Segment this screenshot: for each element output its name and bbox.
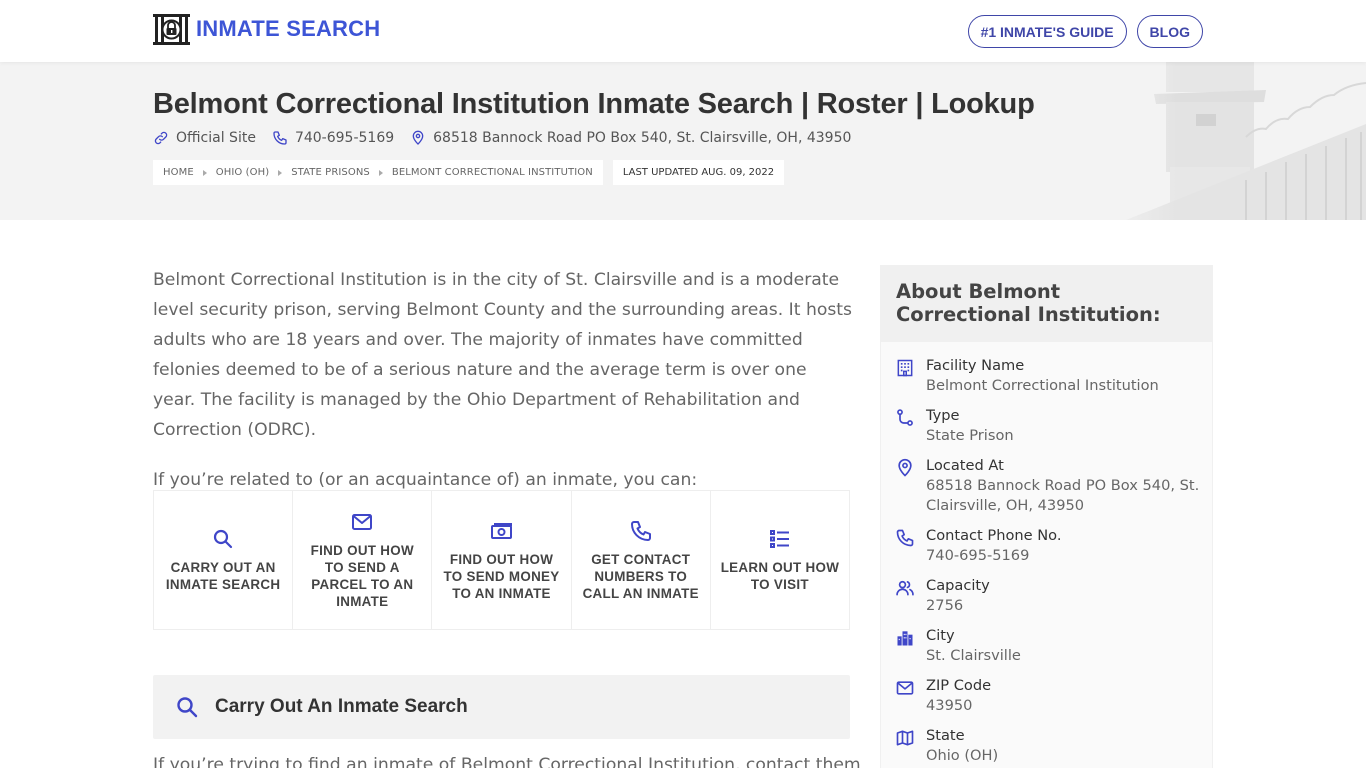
breadcrumb-current[interactable]: BELMONT CORRECTIONAL INSTITUTION: [392, 167, 593, 178]
facility-info-sidebar: About Belmont Correctional Institution: …: [880, 265, 1213, 768]
breadcrumb-state-prisons[interactable]: STATE PRISONS: [291, 167, 370, 178]
fact-facility-name: Facility Name Belmont Correctional Insti…: [881, 356, 1212, 396]
envelope-icon: [352, 514, 373, 530]
users-icon: [896, 580, 914, 596]
intro-paragraph: Belmont Correctional Institution is in t…: [153, 270, 853, 440]
fact-label: Type: [926, 407, 960, 424]
fact-label: Contact Phone No.: [926, 527, 1062, 544]
site-logo[interactable]: INMATE SEARCH: [153, 13, 380, 45]
map-pin-icon: [898, 458, 912, 477]
last-updated-badge: LAST UPDATED AUG. 09, 2022: [612, 160, 785, 185]
fact-value: Belmont Correctional Institution: [926, 377, 1159, 394]
hero-banner: Belmont Correctional Institution Inmate …: [0, 62, 1366, 220]
address-text: 68518 Bannock Road PO Box 540, St. Clair…: [433, 130, 852, 146]
action-inmate-search[interactable]: CARRY OUT AN INMATE SEARCH: [154, 491, 294, 629]
fact-capacity: Capacity 2756: [881, 576, 1212, 616]
breadcrumb-separator-icon: [378, 169, 383, 176]
blog-button[interactable]: BLOG: [1136, 15, 1203, 48]
fact-value: 68518 Bannock Road PO Box 540, St. Clair…: [926, 477, 1200, 514]
fact-located-at: Located At 68518 Bannock Road PO Box 540…: [881, 456, 1212, 516]
envelope-icon: [896, 681, 914, 695]
action-send-parcel[interactable]: FIND OUT HOW TO SEND A PARCEL TO AN INMA…: [293, 491, 433, 629]
prison-tower-illustration: [1096, 62, 1366, 220]
action-label: FIND OUT HOW TO SEND MONEY TO AN INMATE: [443, 551, 560, 601]
inmate-search-section-header: Carry Out An Inmate Search: [153, 675, 850, 739]
fact-label: Located At: [926, 457, 1004, 474]
fact-value: St. Clairsville: [926, 647, 1021, 664]
fact-value: Ohio (OH): [926, 747, 999, 764]
list-icon: [769, 530, 789, 548]
header-nav: #1 INMATE'S GUIDE BLOG: [967, 15, 1203, 48]
phone-icon: [630, 520, 651, 541]
facility-meta: Official Site 740-695-5169 68518 Bannock…: [153, 130, 867, 146]
intro-section: Belmont Correctional Institution is in t…: [153, 265, 853, 515]
link-icon: [154, 131, 168, 145]
fact-value: 2756: [926, 597, 964, 614]
official-site-link[interactable]: Official Site: [176, 130, 256, 146]
fact-state: State Ohio (OH): [881, 726, 1212, 766]
phone-link[interactable]: 740-695-5169: [295, 130, 394, 146]
breadcrumb-ohio[interactable]: OHIO (OH): [216, 167, 269, 178]
fact-value: 740-695-5169: [926, 547, 1030, 564]
action-label: CARRY OUT AN INMATE SEARCH: [165, 560, 281, 592]
breadcrumb: HOME OHIO (OH) STATE PRISONS BELMONT COR…: [153, 160, 603, 185]
fact-label: ZIP Code: [926, 677, 992, 694]
map-icon: [896, 730, 914, 746]
action-label: GET CONTACT NUMBERS TO CALL AN INMATE: [582, 551, 699, 601]
facility-facts: Facility Name Belmont Correctional Insti…: [881, 342, 1212, 766]
section-paragraph: If you’re trying to find an inmate of Be…: [153, 755, 861, 768]
fact-zip-code: ZIP Code 43950: [881, 676, 1212, 716]
action-cards: CARRY OUT AN INMATE SEARCH FIND OUT HOW …: [153, 490, 850, 630]
fact-contact-phone: Contact Phone No. 740-695-5169: [881, 526, 1212, 566]
breadcrumb-row: HOME OHIO (OH) STATE PRISONS BELMONT COR…: [153, 160, 785, 185]
breadcrumb-home[interactable]: HOME: [163, 167, 194, 178]
action-contact-numbers[interactable]: GET CONTACT NUMBERS TO CALL AN INMATE: [572, 491, 711, 629]
section-title: Carry Out An Inmate Search: [215, 696, 468, 717]
city-icon: [897, 631, 913, 646]
phone-icon: [273, 131, 287, 145]
fact-city: City St. Clairsville: [881, 626, 1212, 666]
fact-value: State Prison: [926, 427, 1014, 444]
fact-label: State: [926, 727, 965, 744]
fact-label: Capacity: [926, 577, 990, 594]
search-icon: [177, 697, 198, 718]
action-label: FIND OUT HOW TO SEND A PARCEL TO AN INMA…: [310, 543, 414, 609]
action-visit[interactable]: LEARN OUT HOW TO VISIT: [711, 491, 849, 629]
breadcrumb-separator-icon: [202, 169, 207, 176]
action-send-money[interactable]: FIND OUT HOW TO SEND MONEY TO AN INMATE: [432, 491, 572, 629]
fact-label: Facility Name: [926, 357, 1025, 374]
logo-text: INMATE SEARCH: [196, 16, 381, 41]
fact-value: 43950: [926, 697, 973, 714]
jail-lock-icon: [153, 13, 190, 45]
fact-type: Type State Prison: [881, 406, 1212, 446]
phone-icon: [896, 529, 914, 547]
action-label: LEARN OUT HOW TO VISIT: [720, 560, 840, 592]
building-icon: [897, 359, 913, 377]
sidebar-title: About Belmont Correctional Institution:: [881, 266, 1212, 342]
top-navigation-bar: INMATE SEARCH #1 INMATE'S GUIDE BLOG: [0, 0, 1366, 62]
page-title: Belmont Correctional Institution Inmate …: [153, 88, 1035, 120]
money-icon: [490, 522, 512, 539]
inmates-guide-button[interactable]: #1 INMATE'S GUIDE: [967, 15, 1127, 48]
route-icon: [897, 409, 913, 426]
breadcrumb-separator-icon: [278, 169, 283, 176]
search-icon: [213, 529, 233, 549]
map-pin-icon: [412, 130, 424, 145]
fact-label: City: [926, 627, 955, 644]
